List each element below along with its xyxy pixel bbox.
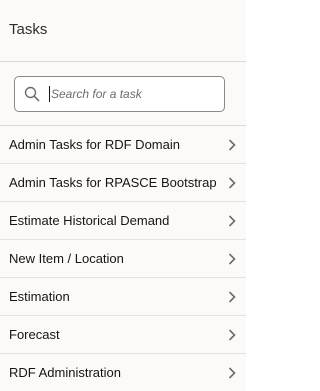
panel-title: Tasks xyxy=(9,21,48,38)
text-cursor xyxy=(49,86,50,102)
chevron-right-icon xyxy=(227,138,237,152)
task-list: Admin Tasks for RDF Domain Admin Tasks f… xyxy=(0,126,246,391)
search-section xyxy=(0,62,246,126)
chevron-right-icon xyxy=(227,214,237,228)
task-label: Forecast xyxy=(9,326,60,342)
task-label: Estimate Historical Demand xyxy=(9,212,170,228)
chevron-right-icon xyxy=(227,366,237,380)
task-item-forecast[interactable]: Forecast xyxy=(0,316,246,354)
search-icon xyxy=(17,77,47,111)
task-label: Estimation xyxy=(9,288,70,304)
panel-header: Tasks xyxy=(0,0,246,62)
chevron-right-icon xyxy=(227,252,237,266)
task-item-rdf-administration[interactable]: RDF Administration xyxy=(0,354,246,391)
task-item-estimate-historical-demand[interactable]: Estimate Historical Demand xyxy=(0,202,246,240)
task-label: Admin Tasks for RPASCE Bootstrap xyxy=(9,174,217,190)
task-item-estimation[interactable]: Estimation xyxy=(0,278,246,316)
task-label: Admin Tasks for RDF Domain xyxy=(9,136,180,152)
chevron-right-icon xyxy=(227,290,237,304)
chevron-right-icon xyxy=(227,328,237,342)
tasks-panel: Tasks Admin Tasks for RDF Domain Admin T… xyxy=(0,0,246,391)
task-label: New Item / Location xyxy=(9,250,124,266)
task-item-admin-rpasce-bootstrap[interactable]: Admin Tasks for RPASCE Bootstrap xyxy=(0,164,246,202)
task-item-new-item-location[interactable]: New Item / Location xyxy=(0,240,246,278)
chevron-right-icon xyxy=(227,176,237,190)
task-item-admin-rdf-domain[interactable]: Admin Tasks for RDF Domain xyxy=(0,126,246,164)
search-input[interactable] xyxy=(51,87,211,101)
task-label: RDF Administration xyxy=(9,364,121,380)
search-box[interactable] xyxy=(14,76,225,112)
